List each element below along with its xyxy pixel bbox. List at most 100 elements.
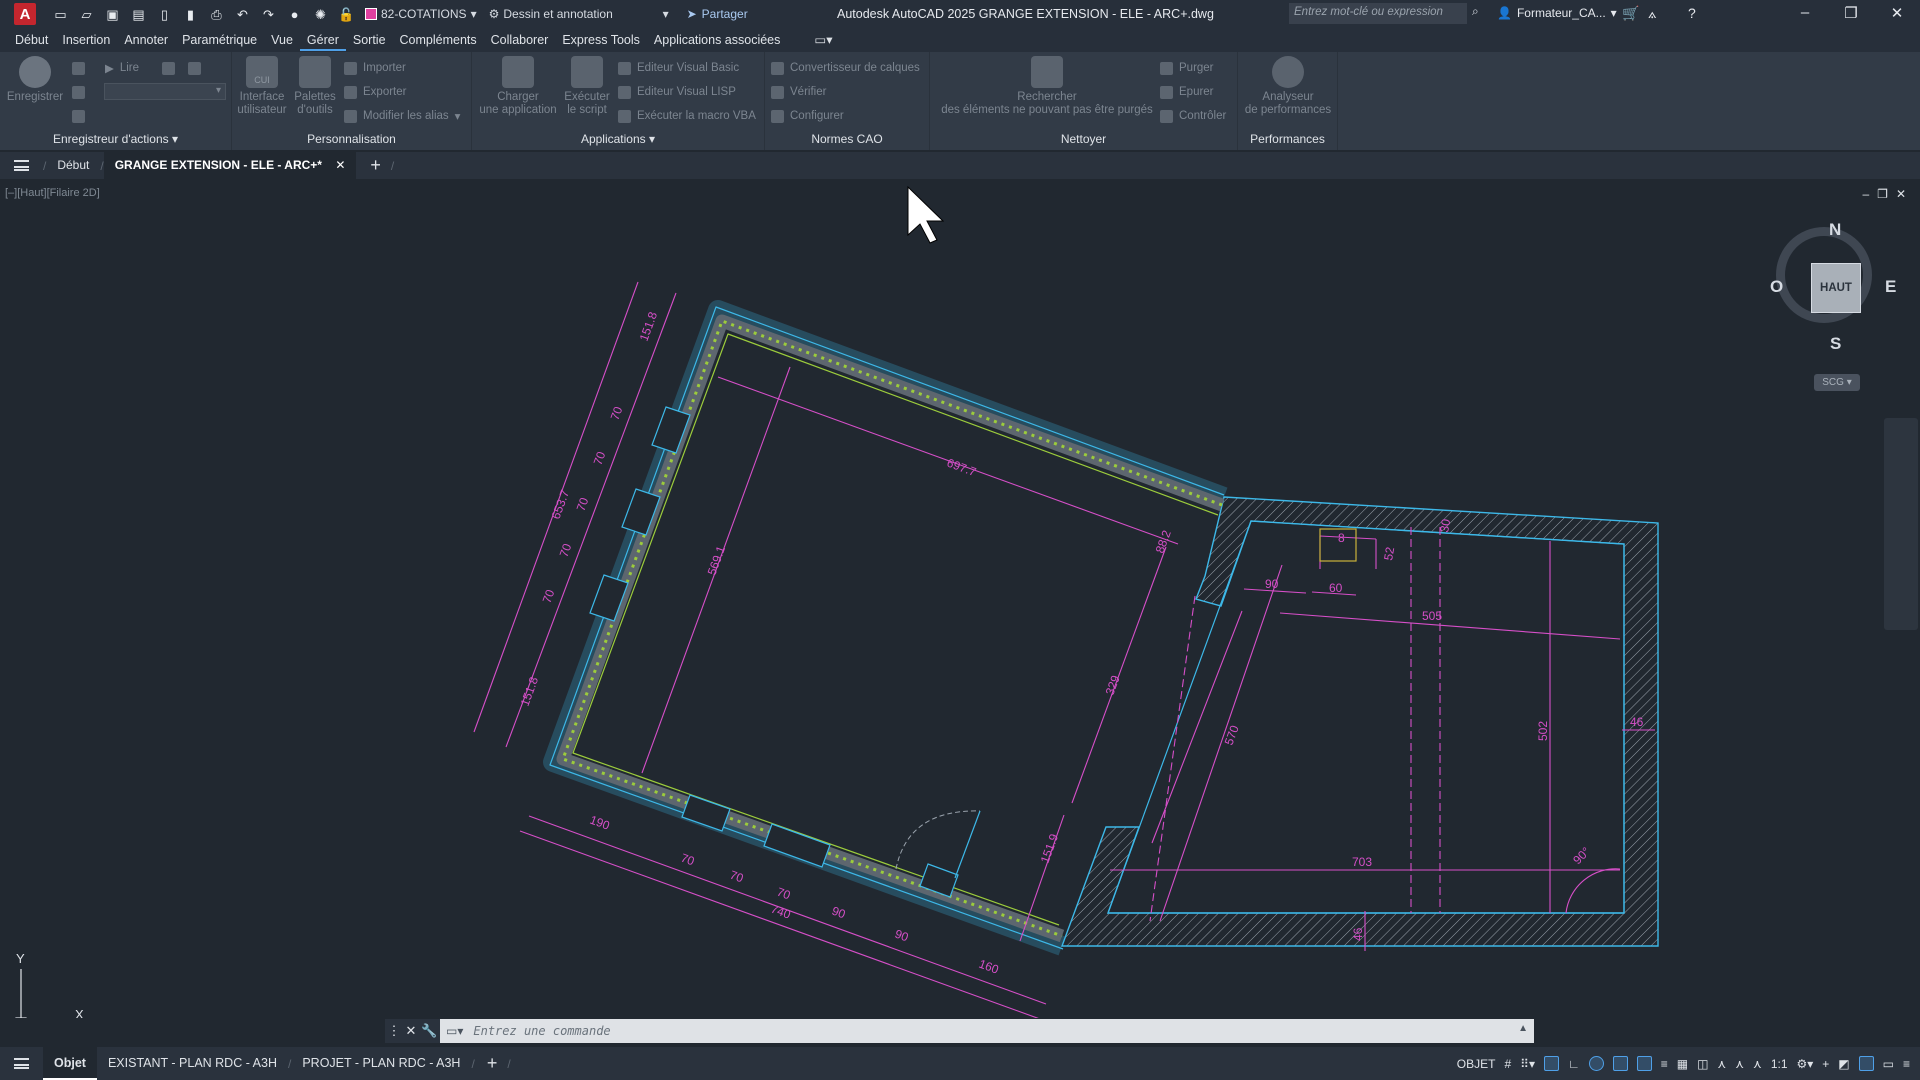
viewcube-face[interactable]: HAUT [1811, 263, 1861, 313]
tab-layout-existant[interactable]: EXISTANT - PLAN RDC - A3H [97, 1047, 288, 1080]
auto-scale-icon[interactable]: ⋏ [1735, 1057, 1744, 1071]
record-button[interactable]: Enregistrer [4, 56, 66, 104]
undo-icon[interactable]: ↶ [234, 7, 251, 22]
compass-west[interactable]: O [1770, 277, 1783, 297]
tab-start[interactable]: Début [46, 152, 100, 179]
overkill-button[interactable]: Epurer [1160, 84, 1214, 100]
load-application-button[interactable]: Charger une application [472, 56, 564, 117]
hardware-acceleration-icon[interactable] [1858, 1056, 1874, 1071]
close-icon[interactable]: ✕ [405, 1023, 416, 1039]
export-button[interactable]: Exporter [344, 84, 406, 100]
workspace-dropdown[interactable]: ⚙ Dessin et annotation ▾ [489, 7, 669, 21]
save-icon[interactable]: ▣ [104, 7, 121, 22]
drawing-area[interactable]: [–][Haut][Filaire 2D] – ❐ ✕ 151.8 70 70 … [0, 181, 1920, 1018]
tab-layout-projet[interactable]: PROJET - PLAN RDC - A3H [291, 1047, 471, 1080]
share-button[interactable]: ➤ Partager [687, 7, 748, 21]
scale-value[interactable]: 1:1 [1771, 1057, 1788, 1071]
run-vba-macro-button[interactable]: Exécuter la macro VBA [618, 108, 756, 124]
gear-icon[interactable]: ⚙▾ [1797, 1057, 1814, 1071]
chevron-up-icon[interactable]: ▲ [1518, 1023, 1528, 1034]
save-as-icon[interactable]: ▤ [130, 7, 147, 22]
performance-analyzer-button[interactable]: Analyseur de performances [1238, 56, 1338, 117]
visual-basic-editor-button[interactable]: Editeur Visual Basic [618, 60, 739, 76]
tool-palettes-button[interactable]: Palettes d'outils [289, 56, 341, 117]
customize-icon[interactable]: ≡ [1903, 1057, 1910, 1071]
ribbon-display-toggle[interactable]: ▭▾ [807, 29, 839, 51]
audit-button[interactable]: Contrôler [1160, 108, 1226, 124]
edit-aliases-button[interactable]: Modifier les alias ▾ [344, 108, 460, 124]
tab-debut[interactable]: Début [8, 29, 55, 51]
layer-lock-icon[interactable]: 🔓 [338, 7, 355, 22]
redo-icon[interactable]: ↷ [260, 7, 277, 22]
visual-lisp-editor-button[interactable]: Editeur Visual LISP [618, 84, 736, 100]
object-snap-icon[interactable] [1636, 1056, 1652, 1071]
configure-button[interactable]: Configurer [771, 108, 844, 124]
import-button[interactable]: Importer [344, 60, 406, 76]
help-icon[interactable]: ? [1688, 5, 1696, 21]
grip-icon[interactable]: ⋮ [387, 1023, 400, 1039]
preferences-icon[interactable] [162, 60, 175, 76]
ucs-menu[interactable]: SCG ▾ [1814, 374, 1860, 391]
tab-insertion[interactable]: Insertion [55, 29, 117, 51]
insert-base-point-icon[interactable] [72, 108, 85, 124]
search-icon[interactable]: ⌕ [1472, 4, 1479, 19]
layer-sun-icon[interactable]: ✺ [312, 7, 329, 22]
manage-macros-icon[interactable] [188, 60, 201, 76]
snap-icon[interactable]: ⠿▾ [1520, 1057, 1535, 1071]
tab-express-tools[interactable]: Express Tools [555, 29, 647, 51]
new-tab-plus-icon[interactable]: + [370, 155, 381, 176]
panel-title[interactable]: Enregistreur d'actions ▾ [0, 130, 231, 149]
model-space-toggle[interactable]: OBJET [1457, 1057, 1496, 1071]
request-input-icon[interactable] [72, 84, 85, 100]
close-icon[interactable]: ✕ [335, 158, 345, 172]
tab-current-drawing[interactable]: GRANGE EXTENSION - ELE - ARC+* ✕ [103, 152, 357, 179]
tab-gerer[interactable]: Gérer [299, 29, 346, 51]
tab-complements[interactable]: Compléments [393, 29, 484, 51]
tab-applications-associees[interactable]: Applications associées [647, 29, 787, 51]
command-input[interactable]: Entrez une commande [473, 1024, 610, 1038]
minimize-icon[interactable]: – [1782, 4, 1828, 21]
selection-cycling-icon[interactable]: ◫ [1697, 1057, 1708, 1071]
new-layout-plus-icon[interactable]: + [487, 1053, 498, 1074]
tab-vue[interactable]: Vue [264, 29, 300, 51]
search-input[interactable]: Entrez mot-clé ou expression [1289, 3, 1467, 24]
message-icon[interactable] [72, 60, 85, 76]
layer-translator-button[interactable]: Convertisseur de calques [771, 60, 920, 76]
restore-icon[interactable]: ❐ [1828, 4, 1874, 22]
new-file-icon[interactable]: ▭ [52, 7, 69, 22]
annotation-visibility-icon[interactable]: ⋏ [1717, 1057, 1726, 1071]
cart-icon[interactable]: 🛒 [1622, 5, 1639, 22]
plus-icon[interactable]: + [1822, 1057, 1829, 1071]
transparency-icon[interactable]: ▦ [1677, 1057, 1688, 1071]
print-icon[interactable]: ⎙ [208, 7, 225, 22]
check-button[interactable]: Vérifier [771, 84, 826, 100]
open-web-icon[interactable]: ▯ [156, 7, 173, 22]
compass-north[interactable]: N [1829, 220, 1841, 240]
annotation-scale-icon[interactable]: ⋏ [1753, 1057, 1762, 1071]
isolate-objects-icon[interactable]: ◩ [1838, 1057, 1849, 1071]
macro-select[interactable]: ▾ [104, 83, 226, 100]
ortho-icon[interactable]: ∟ [1568, 1057, 1580, 1071]
layer-bulb-icon[interactable]: ● [286, 7, 303, 22]
close-icon[interactable]: ✕ [1874, 4, 1920, 22]
save-web-icon[interactable]: ▮ [182, 7, 199, 22]
isodraft-icon[interactable] [1612, 1056, 1628, 1071]
open-file-icon[interactable]: ▱ [78, 7, 95, 22]
wrench-icon[interactable]: 🔧 [421, 1023, 437, 1039]
infer-constraints-icon[interactable] [1543, 1056, 1559, 1071]
panel-title[interactable]: Applications ▾ [472, 130, 764, 149]
find-non-purgeable-button[interactable]: Rechercher des éléments ne pouvant pas ê… [932, 56, 1162, 117]
application-menu-button[interactable]: A [14, 3, 36, 25]
file-tabs-menu-icon[interactable] [14, 160, 29, 171]
tab-annoter[interactable]: Annoter [117, 29, 175, 51]
purge-button[interactable]: Purger [1160, 60, 1214, 76]
tab-sortie[interactable]: Sortie [346, 29, 393, 51]
run-script-button[interactable]: Exécuter le script [558, 56, 616, 117]
command-line[interactable]: ⋮ ✕ 🔧 ▭▾ Entrez une commande ▲ [385, 1019, 1534, 1043]
user-account-button[interactable]: 👤 Formateur_CA... ▾ [1497, 6, 1617, 20]
user-interface-button[interactable]: CUI Interface utilisateur [235, 56, 289, 117]
compass-east[interactable]: E [1885, 277, 1896, 297]
navigation-bar[interactable] [1884, 418, 1918, 630]
grid-icon[interactable]: # [1504, 1057, 1511, 1071]
polar-tracking-icon[interactable] [1588, 1056, 1604, 1071]
